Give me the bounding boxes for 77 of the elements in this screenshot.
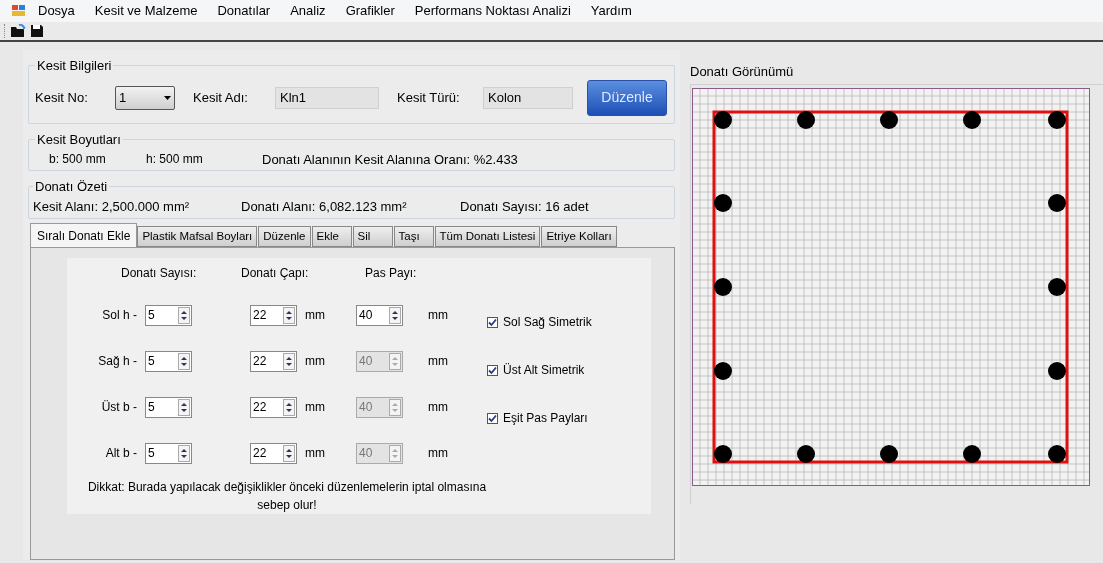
tab[interactable]: Etriye Kolları [541,226,617,247]
tab[interactable]: Plastik Mafsal Boyları [137,226,258,247]
group-title: Donatı Özeti [34,178,109,196]
spinner-arrows-icon[interactable] [283,444,295,462]
number-spinner[interactable]: 5 [145,304,192,326]
rebar-count-value: Donatı Sayısı: 16 adet [460,197,589,216]
checkbox[interactable] [487,316,498,328]
height-value: h: 500 mm [146,151,204,169]
spinner-arrows-icon[interactable] [178,352,190,370]
tab[interactable]: Sıralı Donatı Ekle [30,223,138,247]
group-title: Kesit Bilgileri [36,57,113,75]
section-number-dropdown[interactable]: 1 [115,85,175,110]
app-icon[interactable] [12,5,26,17]
menu-item[interactable]: Yardım [582,1,640,21]
menu-item[interactable]: Grafikler [337,1,403,21]
ratio-value: Donatı Alanının Kesit Alanına Oranı: %2.433 [262,150,518,169]
save-icon[interactable] [30,24,44,38]
field-label: Kesit Türü: [397,88,461,107]
unit-label: mm [428,353,448,370]
section-area-value: Kesit Alanı: 2,500.000 mm² [33,197,191,216]
spinner-arrows-icon[interactable] [283,352,295,370]
number-spinner[interactable]: 40 [356,304,403,326]
column-header: Pas Payı: [365,265,418,282]
menu-item[interactable]: Analiz [282,1,334,21]
field-label: Kesit No: [35,88,89,107]
spinner-arrows-icon[interactable] [178,444,190,462]
number-spinner[interactable]: 22 [250,442,297,464]
row-label: Üst b - [100,399,138,416]
checkbox[interactable] [487,364,498,376]
spinner-arrows-icon[interactable] [178,306,190,324]
menu-item[interactable]: Performans Noktası Analizi [406,1,579,21]
input-field[interactable]: Kln1 [275,86,379,109]
unit-label: mm [428,399,448,416]
menu-item[interactable]: Donatılar [209,1,279,21]
warning-text: Dikkat: Burada yapılacak değişiklikler önceki düzenlemelerin iptal olmasına sebep olur! [86,479,488,514]
edit-button[interactable]: Düzenle [587,79,667,116]
column-header: Donatı Sayısı: [120,265,198,282]
column-header: Donatı Çapı: [241,265,310,282]
checkbox[interactable] [487,412,498,424]
tab[interactable]: Düzenle [258,226,311,247]
row-label: Alt b - [104,445,138,462]
number-spinner[interactable]: 5 [145,442,192,464]
menu-item[interactable]: Dosya [30,1,83,21]
tab[interactable]: Tüm Donatı Listesi [434,226,541,247]
width-value: b: 500 mm [49,151,107,169]
menu-item[interactable]: Kesit ve Malzeme [86,1,206,21]
unit-label: mm [428,445,448,462]
field-label: Kesit Adı: [193,88,249,107]
number-spinner[interactable]: 22 [250,396,297,418]
tab[interactable]: Taşı [393,226,434,247]
unit-label: mm [305,307,326,324]
tab[interactable]: Sil [352,226,393,247]
number-spinner[interactable]: 5 [145,350,192,372]
spinner-arrows-icon[interactable] [283,398,295,416]
row-label: Sağ h - [97,353,138,370]
unit-label: mm [305,353,326,370]
group-title: Kesit Boyutları [36,131,122,149]
checkbox-label[interactable]: Eşit Pas Payları [503,409,588,427]
unit-label: mm [428,307,448,324]
unit-label: mm [305,399,326,416]
checkbox-label[interactable]: Üst Alt Simetrik [503,361,585,379]
open-folder-icon[interactable] [10,24,26,38]
spinner-arrows-icon[interactable] [389,306,401,324]
rebar-area-value: Donatı Alanı: 6,082.123 mm² [241,197,408,216]
unit-label: mm [305,445,326,462]
dropdown-arrow-icon [164,95,171,100]
input-field[interactable]: Kolon [483,86,573,109]
number-spinner[interactable]: 5 [145,396,192,418]
row-label: Sol h - [101,307,138,324]
dropdown-value: 1 [119,88,127,107]
spinner-arrows-icon[interactable] [178,398,190,416]
tab[interactable]: Ekle [311,226,352,247]
checkbox-label[interactable]: Sol Sağ Simetrik [503,313,592,331]
number-spinner[interactable]: 22 [250,304,297,326]
panel-title: Donatı Görünümü [690,63,795,81]
spinner-arrows-icon[interactable] [283,306,295,324]
number-spinner[interactable]: 22 [250,350,297,372]
